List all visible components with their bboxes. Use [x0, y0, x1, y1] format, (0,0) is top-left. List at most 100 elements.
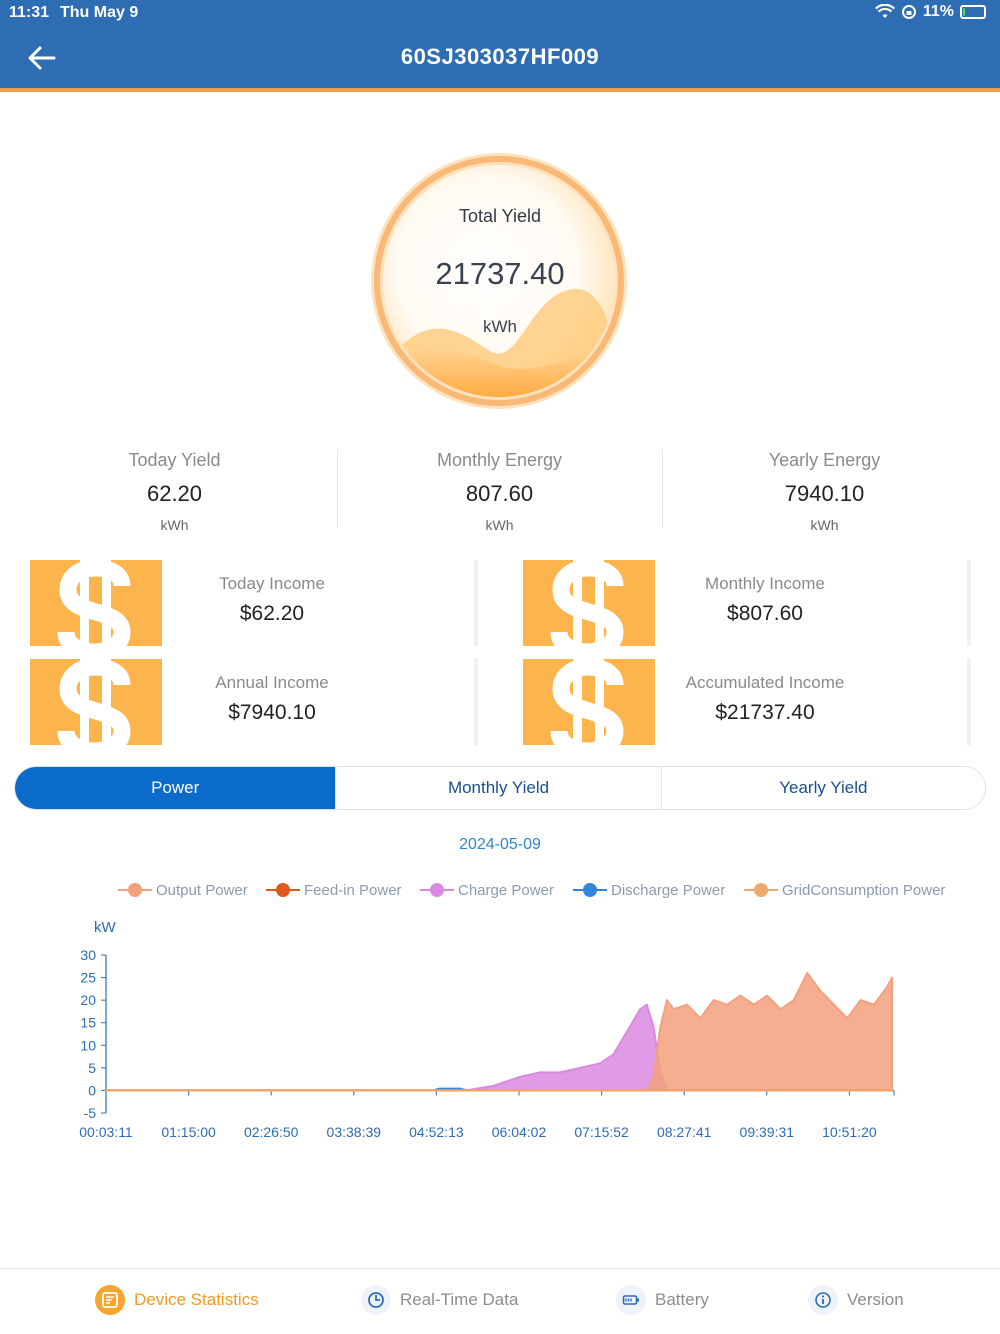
legend-swatch — [420, 880, 454, 900]
app-header: 11:31 Thu May 9 11% 60SJ303037HF009 — [0, 0, 1000, 92]
device-statistics-icon — [95, 1285, 125, 1315]
income-card-accumulated: Accumulated Income $21737.40 — [509, 659, 971, 745]
income-label: Monthly Income — [705, 574, 825, 593]
income-card-monthly: Monthly Income $807.60 — [509, 560, 971, 646]
y-tick-label: 20 — [80, 992, 96, 1008]
series-charge-power — [105, 1003, 668, 1092]
total-yield-value: 21737.40 — [435, 256, 565, 291]
nav-device-statistics[interactable]: Device Statistics — [95, 1285, 259, 1315]
stat-unit: kWh — [485, 517, 514, 533]
nav-real-time-data[interactable]: Real-Time Data — [361, 1285, 518, 1315]
dollar-icon — [523, 659, 655, 745]
income-card-today: Today Income $62.20 — [16, 560, 478, 646]
total-yield-unit: kWh — [483, 317, 517, 336]
income-label: Annual Income — [215, 673, 329, 692]
y-tick-label: 0 — [88, 1082, 96, 1098]
stat-value: 62.20 — [146, 481, 203, 506]
legend-output-power[interactable]: Output Power — [118, 880, 248, 900]
income-value: $21737.40 — [715, 701, 815, 724]
battery-status-icon — [960, 5, 986, 19]
wifi-icon — [874, 4, 895, 18]
stat-label: Monthly Energy — [436, 450, 563, 470]
battery-fill — [963, 8, 965, 16]
info-icon — [808, 1285, 838, 1315]
clock-icon — [361, 1285, 391, 1315]
stat-value: 7940.10 — [784, 481, 865, 506]
status-bar: 11:31 Thu May 9 11% — [0, 0, 1000, 28]
card-edge — [474, 560, 478, 646]
nav-battery[interactable]: Battery — [616, 1285, 709, 1315]
dollar-icon — [523, 560, 655, 646]
y-tick-label: 5 — [88, 1060, 96, 1076]
x-tick-label: 10:51:20 — [822, 1124, 877, 1140]
legend-swatch — [744, 880, 778, 900]
legend-label: Feed-in Power — [304, 881, 402, 899]
page-title: 60SJ303037HF009 — [400, 44, 600, 69]
card-edge — [474, 659, 478, 745]
legend-charge-power[interactable]: Charge Power — [420, 880, 554, 900]
total-yield-label: Total Yield — [458, 206, 542, 226]
nav-label: Device Statistics — [134, 1290, 259, 1309]
chart-legend: Output Power Feed-in Power Charge Power … — [0, 880, 1000, 904]
x-tick-label: 00:03:11 — [79, 1124, 133, 1140]
y-tick-label: 10 — [80, 1037, 96, 1053]
status-date: Thu May 9 — [60, 4, 139, 21]
x-tick-label: 03:38:39 — [327, 1124, 382, 1140]
x-tick-label: 06:04:02 — [492, 1124, 547, 1140]
stat-label: Today Yield — [128, 450, 221, 470]
income-label: Today Income — [219, 574, 325, 593]
y-tick-label: 30 — [80, 947, 96, 963]
stat-unit: kWh — [810, 517, 839, 533]
card-edge — [967, 560, 971, 646]
bottom-nav: Device Statistics Real-Time Data Battery… — [0, 1268, 1000, 1334]
stat-monthly-energy: Monthly Energy 807.60 kWh — [337, 450, 662, 533]
x-tick-label: 08:27:41 — [657, 1124, 712, 1140]
income-value: $7940.10 — [228, 701, 316, 724]
stat-label: Yearly Energy — [768, 450, 881, 470]
stat-yearly-energy: Yearly Energy 7940.10 kWh — [662, 450, 987, 533]
dollar-icon — [30, 560, 162, 646]
tab-monthly-yield[interactable]: Monthly Yield — [336, 767, 662, 809]
x-tick-label: 07:15:52 — [574, 1124, 629, 1140]
series-output-power — [105, 972, 893, 1092]
income-value: $62.20 — [239, 602, 305, 625]
battery-percent: 11% — [922, 3, 954, 20]
tab-power[interactable]: Power — [15, 767, 337, 809]
legend-swatch — [118, 880, 152, 900]
status-indicators: 11% — [874, 3, 986, 21]
x-tick-label: 04:52:13 — [409, 1124, 464, 1140]
tab-yearly-yield[interactable]: Yearly Yield — [662, 767, 985, 809]
x-tick-label: 01:15:00 — [161, 1124, 216, 1140]
y-tick-label: 25 — [80, 970, 96, 986]
income-card-annual: Annual Income $7940.10 — [16, 659, 478, 745]
legend-swatch — [573, 880, 607, 900]
orientation-lock-icon — [901, 5, 916, 19]
legend-label: Discharge Power — [611, 881, 726, 899]
y-tick-label: 15 — [80, 1015, 96, 1031]
nav-label: Real-Time Data — [400, 1290, 519, 1309]
y-axis-label: kW — [94, 919, 117, 936]
stat-value: 807.60 — [465, 481, 534, 506]
stat-unit: kWh — [160, 517, 189, 533]
legend-label: Output Power — [156, 881, 248, 899]
legend-discharge-power[interactable]: Discharge Power — [573, 880, 725, 900]
legend-swatch — [266, 880, 300, 900]
legend-grid-consumption-power[interactable]: GridConsumption Power — [744, 880, 945, 900]
income-value: $807.60 — [727, 602, 803, 625]
power-chart[interactable]: kW -5 0 5 10 15 20 25 30 00:03:11 01:15:00 02:26:50… — [0, 910, 1000, 1150]
app-root: 11:31 Thu May 9 11% 60SJ303037HF009 Tota… — [0, 0, 1000, 1334]
chart-date[interactable]: 2024-05-09 — [0, 836, 1000, 854]
chart-tabs: Power Monthly Yield Yearly Yield — [14, 766, 986, 810]
stat-today-yield: Today Yield 62.20 kWh — [12, 450, 337, 533]
nav-label: Version — [847, 1290, 904, 1309]
status-time: 11:31 — [9, 4, 50, 21]
dollar-icon — [30, 659, 162, 745]
battery-icon — [616, 1285, 646, 1315]
legend-label: Charge Power — [458, 881, 554, 899]
nav-version[interactable]: Version — [808, 1285, 904, 1315]
legend-label: GridConsumption Power — [782, 881, 946, 899]
y-tick-label: -5 — [84, 1105, 97, 1121]
nav-label: Battery — [655, 1290, 709, 1309]
legend-feed-in-power[interactable]: Feed-in Power — [266, 880, 402, 900]
x-tick-label: 09:39:31 — [740, 1124, 795, 1140]
